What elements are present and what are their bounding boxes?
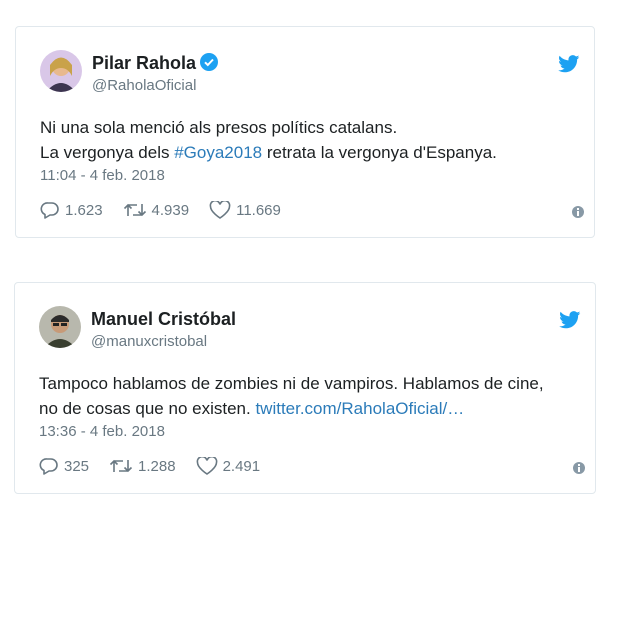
tweet-card-1[interactable]: Pilar Rahola @RaholaOficial Ni una sola … bbox=[15, 26, 595, 238]
reply-count: 1.623 bbox=[65, 201, 103, 219]
author-name-label[interactable]: Pilar Rahola bbox=[92, 53, 196, 73]
author-handle[interactable]: @RaholaOficial bbox=[92, 77, 196, 94]
tweet-card-2[interactable]: Manuel Cristóbal @manuxcristobal Tampoco… bbox=[14, 282, 596, 494]
tweet-text: Tampoco hablamos de zombies ni de vampir… bbox=[39, 371, 584, 421]
quoted-tweet-link[interactable]: twitter.com/RaholaOficial/… bbox=[255, 399, 464, 418]
retweet-count: 4.939 bbox=[151, 201, 190, 219]
like-count: 2.491 bbox=[222, 457, 261, 475]
twitter-bird-icon[interactable] bbox=[558, 55, 580, 78]
timestamp[interactable]: 13:36 - 4 feb. 2018 bbox=[39, 423, 165, 440]
like-icon bbox=[196, 457, 217, 475]
author-name[interactable]: Manuel Cristóbal bbox=[91, 309, 236, 330]
retweet-button[interactable]: 4.939 bbox=[123, 201, 190, 219]
info-icon[interactable] bbox=[573, 462, 585, 474]
retweet-count: 1.288 bbox=[138, 457, 176, 475]
info-icon[interactable] bbox=[572, 206, 584, 218]
tweet-text-segment: La vergonya dels bbox=[40, 143, 175, 162]
reply-icon bbox=[39, 458, 58, 475]
hashtag-link[interactable]: #Goya2018 bbox=[174, 143, 262, 162]
author-handle[interactable]: @manuxcristobal bbox=[91, 333, 207, 350]
tweet-text-line-2: La vergonya dels #Goya2018 retrata la ve… bbox=[40, 140, 585, 165]
like-button[interactable]: 2.491 bbox=[196, 457, 261, 475]
like-button[interactable]: 11.669 bbox=[209, 201, 281, 219]
reply-button[interactable]: 325 bbox=[39, 457, 89, 475]
retweet-icon bbox=[123, 203, 146, 217]
avatar[interactable] bbox=[40, 50, 82, 92]
twitter-bird-icon[interactable] bbox=[559, 311, 581, 334]
reply-count: 325 bbox=[64, 457, 90, 475]
like-count: 11.669 bbox=[236, 201, 281, 219]
action-bar: 325 1.288 2.491 bbox=[39, 457, 280, 475]
reply-icon bbox=[40, 202, 59, 219]
avatar[interactable] bbox=[39, 306, 81, 348]
tweet-text-line-1: Ni una sola menció als presos polítics c… bbox=[40, 118, 398, 137]
tweet-text-line-2: no de cosas que no existen. twitter.com/… bbox=[39, 396, 584, 421]
tweet-text-segment: no de cosas que no existen. bbox=[39, 399, 256, 418]
verified-badge-icon bbox=[200, 53, 219, 76]
tweet-text: Ni una sola menció als presos polítics c… bbox=[40, 115, 585, 165]
tweet-text-line-1: Tampoco hablamos de zombies ni de vampir… bbox=[39, 374, 544, 393]
action-bar: 1.623 4.939 11.669 bbox=[40, 201, 301, 219]
like-icon bbox=[209, 201, 231, 219]
reply-button[interactable]: 1.623 bbox=[40, 201, 103, 219]
author-name[interactable]: Pilar Rahola bbox=[92, 53, 219, 76]
retweet-icon bbox=[109, 459, 133, 473]
timestamp[interactable]: 11:04 - 4 feb. 2018 bbox=[40, 167, 165, 184]
tweet-text-segment: retrata la vergonya d'Espanya. bbox=[262, 143, 497, 162]
retweet-button[interactable]: 1.288 bbox=[109, 457, 176, 475]
